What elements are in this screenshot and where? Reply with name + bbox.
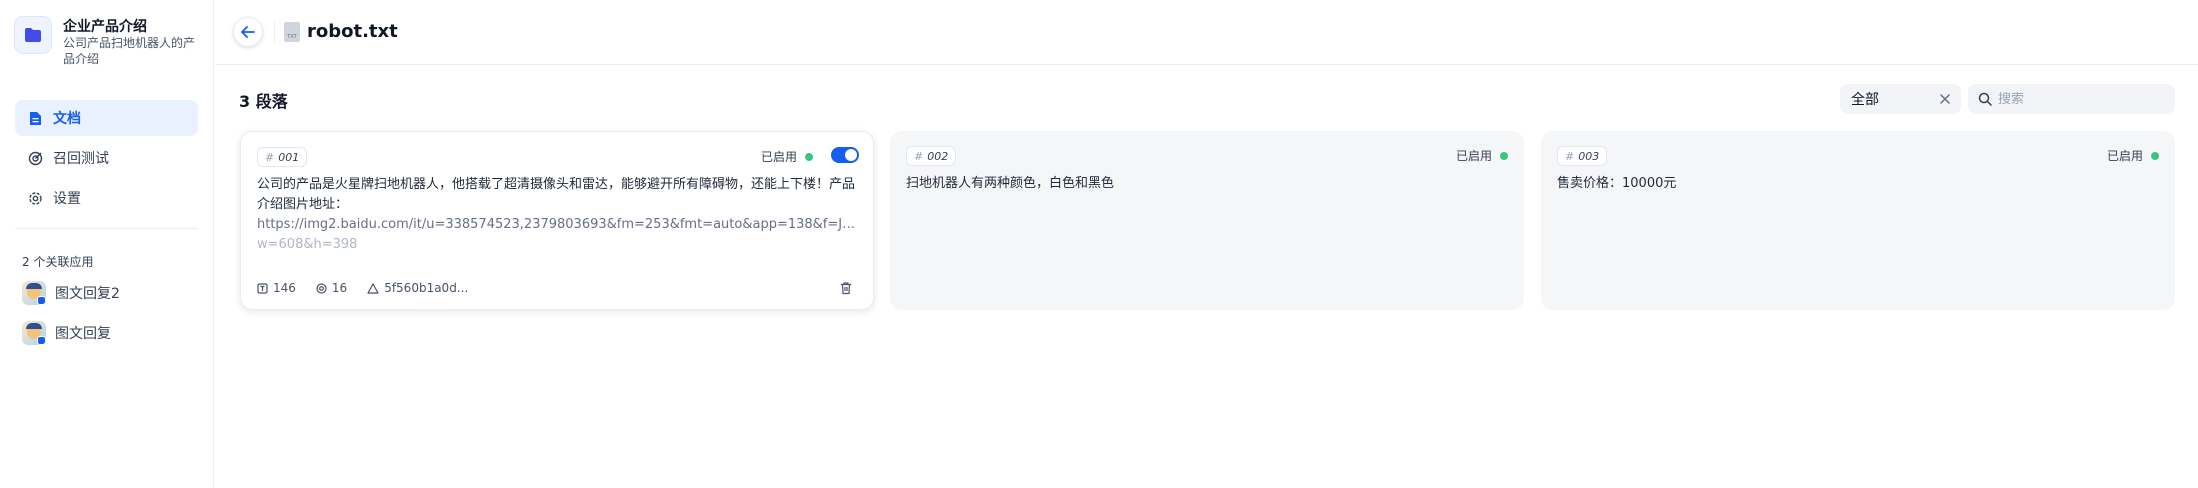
back-button[interactable] — [233, 17, 263, 47]
trash-icon[interactable] — [839, 281, 853, 295]
sidebar: 企业产品介绍 公司产品扫地机器人的产品介绍 文档 召回测试 设置 2 个关联应用… — [0, 0, 214, 488]
segment-position-tag: # 001 — [257, 147, 308, 167]
hit-count: 16 — [316, 281, 347, 295]
word-count-value: 146 — [273, 281, 296, 295]
hash-triangle-icon — [367, 282, 379, 294]
target-icon — [27, 150, 43, 166]
segment-position: 002 — [927, 149, 949, 163]
status-label: 已启用 — [760, 150, 797, 164]
status-dot-icon — [1500, 151, 1508, 160]
status-label: 已启用 — [2106, 149, 2143, 163]
arrow-left-icon — [241, 26, 255, 38]
document-icon — [27, 110, 43, 126]
related-app-item[interactable]: 图文回复 — [22, 318, 111, 348]
sidebar-item-settings[interactable]: 设置 — [15, 180, 198, 216]
segment-meta: 146 16 5f560b1a0d... — [257, 281, 488, 295]
related-app-label: 图文回复 — [55, 326, 111, 342]
search-box[interactable] — [1968, 84, 2175, 114]
segment-card[interactable]: # 001 已启用 公司的产品是火星牌扫地机器人，他搭载了超清摄像头和雷达，能够… — [240, 131, 874, 310]
sidebar-item-label: 设置 — [53, 191, 81, 207]
segment-enable-toggle[interactable] — [831, 147, 859, 163]
segment-content-fade: w=608&h=398 — [257, 237, 358, 252]
segment-status: 已启用 — [1456, 147, 1508, 164]
segment-content-text: 售卖价格：10000元 — [1557, 176, 1677, 191]
related-app-item[interactable]: 图文回复2 — [22, 278, 120, 308]
segment-count: 3 段落 — [239, 92, 288, 111]
segment-position: 001 — [278, 150, 300, 164]
segment-content: 公司的产品是火星牌扫地机器人，他搭载了超清摄像头和雷达，能够避开所有障碍物，还能… — [257, 175, 857, 255]
status-dot-icon — [2151, 151, 2159, 160]
hash-icon: # — [265, 150, 275, 164]
segment-content-url: https://img2.baidu.com/it/u=338574523,23… — [257, 217, 857, 232]
hash-icon: # — [1565, 149, 1575, 163]
folder-icon — [14, 16, 52, 54]
segment-content-text: 扫地机器人有两种颜色，白色和黑色 — [906, 176, 1115, 191]
sidebar-item-documents[interactable]: 文档 — [15, 100, 198, 136]
segment-position: 003 — [1578, 149, 1600, 163]
gear-icon — [27, 190, 43, 206]
segment-content: 售卖价格：10000元 — [1557, 174, 2157, 194]
sidebar-item-label: 召回测试 — [53, 151, 109, 167]
segment-hash: 5f560b1a0d... — [367, 281, 468, 295]
segment-position-tag: # 002 — [906, 146, 957, 166]
segment-card[interactable]: # 003 已启用 售卖价格：10000元 — [1541, 131, 2175, 310]
header-divider — [274, 22, 275, 42]
txt-file-icon: TXT — [284, 22, 300, 42]
segment-content: 扫地机器人有两种颜色，白色和黑色 — [906, 174, 1506, 194]
hash-value: 5f560b1a0d... — [384, 281, 469, 295]
text-count-icon — [257, 282, 268, 294]
sidebar-divider — [15, 228, 198, 229]
sidebar-item-label: 文档 — [53, 111, 81, 127]
segment-content-text: 公司的产品是火星牌扫地机器人，他搭载了超清摄像头和雷达，能够避开所有障碍物，还能… — [257, 177, 856, 212]
knowledge-base-name: 企业产品介绍 — [63, 19, 147, 35]
document-title: robot.txt — [307, 21, 398, 42]
search-icon — [1978, 92, 1992, 106]
app-avatar — [22, 281, 46, 305]
filter-value: 全部 — [1851, 92, 1879, 108]
hash-icon: # — [914, 149, 924, 163]
knowledge-base-description: 公司产品扫地机器人的产品介绍 — [63, 36, 196, 66]
related-app-label: 图文回复2 — [55, 286, 120, 302]
sidebar-item-retrieval-test[interactable]: 召回测试 — [15, 140, 198, 176]
target-icon — [316, 282, 327, 294]
app-avatar — [22, 321, 46, 345]
knowledge-base-header: 企业产品介绍 公司产品扫地机器人的产品介绍 — [14, 14, 204, 70]
status-filter-select[interactable]: 全部 — [1840, 84, 1961, 114]
segment-status: 已启用 — [2107, 147, 2159, 164]
segment-status: 已启用 — [761, 148, 813, 165]
segment-card[interactable]: # 002 已启用 扫地机器人有两种颜色，白色和黑色 — [890, 131, 1524, 310]
status-label: 已启用 — [1455, 149, 1492, 163]
document-header: TXT robot.txt — [215, 0, 2198, 65]
search-input[interactable] — [1998, 91, 2168, 107]
segment-position-tag: # 003 — [1557, 146, 1608, 166]
word-count: 146 — [257, 281, 296, 295]
close-icon[interactable] — [1938, 92, 1952, 106]
related-apps-title: 2 个关联应用 — [22, 255, 94, 269]
hit-count-value: 16 — [331, 281, 348, 295]
status-dot-icon — [805, 152, 813, 161]
